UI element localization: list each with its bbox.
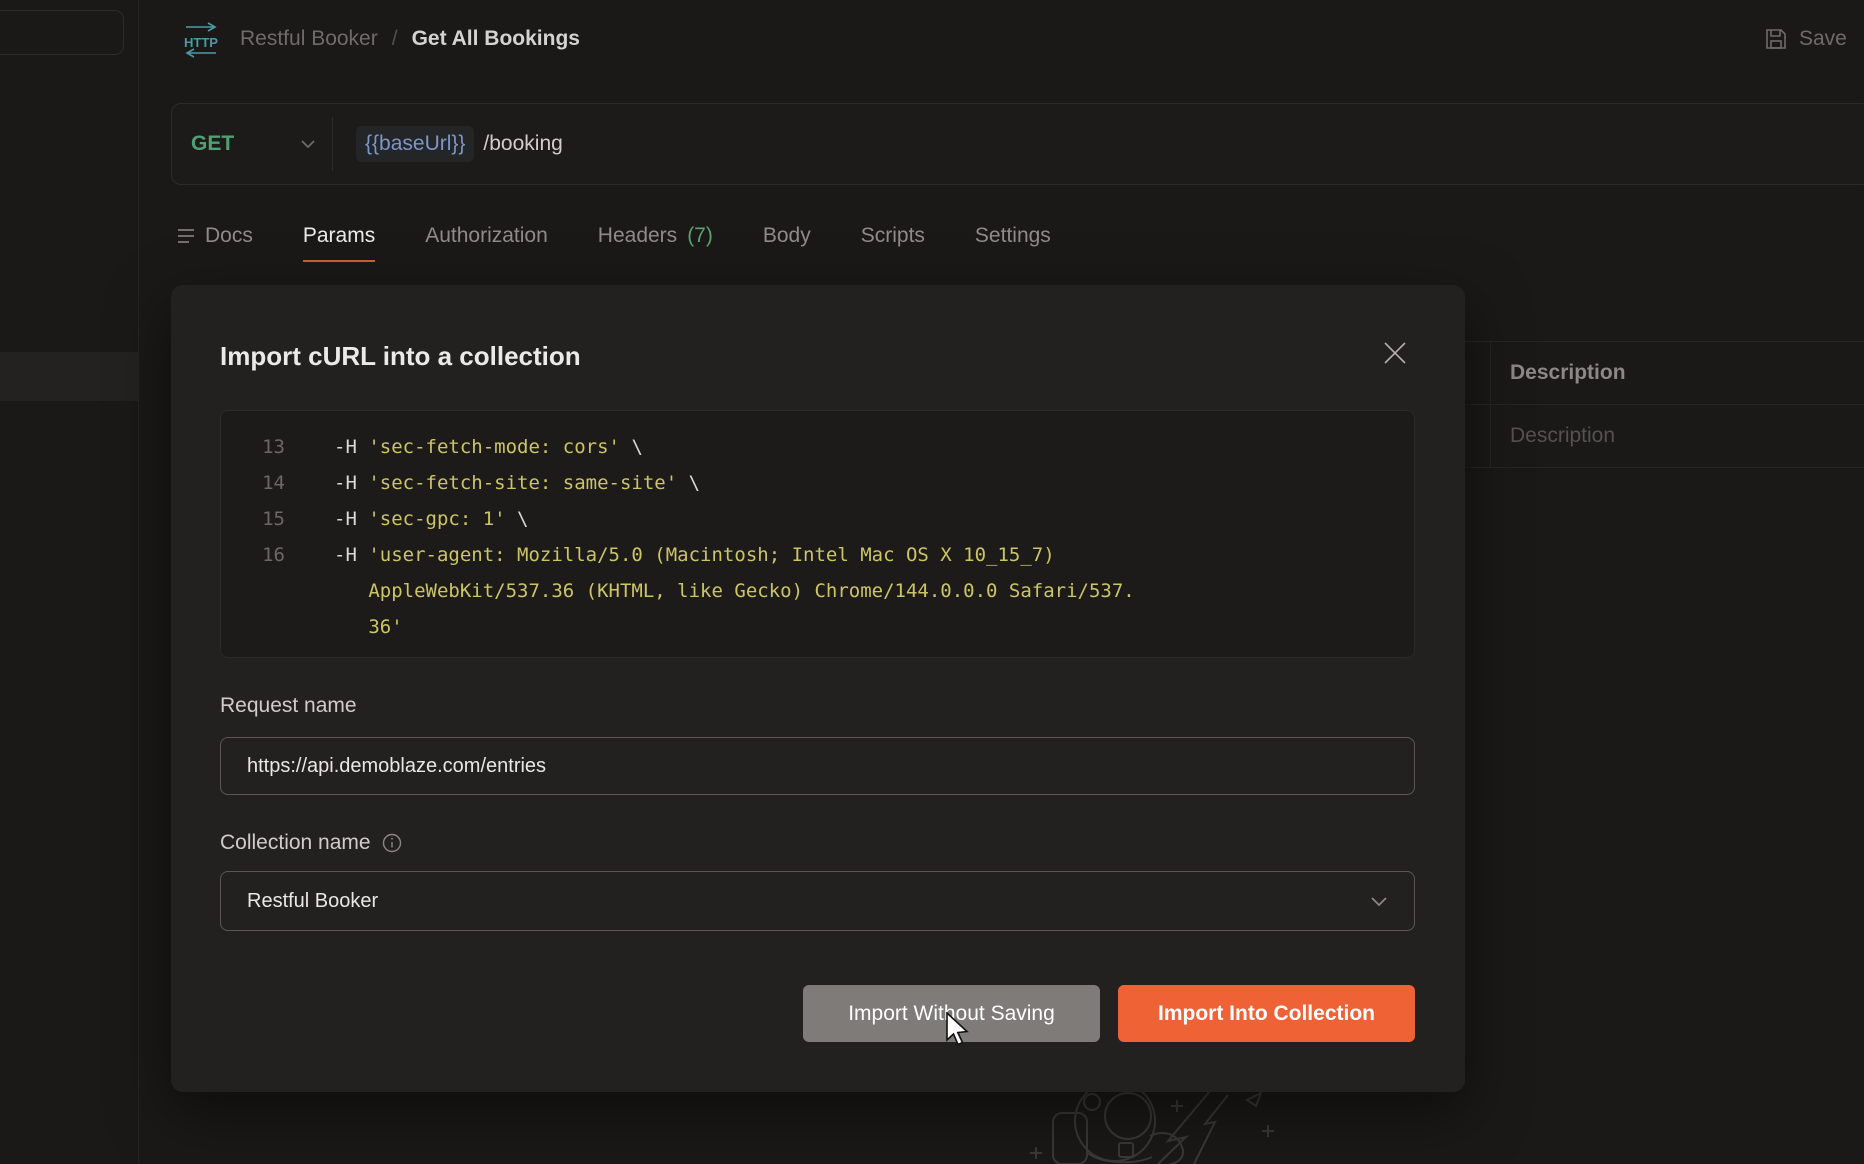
import-curl-modal: Import cURL into a collection 13 -H 'sec… xyxy=(171,285,1465,1092)
tab-headers-count: (7) xyxy=(687,224,713,248)
tab-label: Body xyxy=(763,224,811,248)
svg-text:HTTP: HTTP xyxy=(184,35,218,50)
line-number: 15 xyxy=(221,501,285,537)
sidebar-selected-item[interactable] xyxy=(0,352,138,401)
request-name-input[interactable]: https://api.demoblaze.com/entries xyxy=(220,737,1415,795)
save-button[interactable]: Save xyxy=(1763,0,1847,78)
request-url-bar: GET {{baseUrl}} /booking xyxy=(171,103,1864,185)
import-into-collection-button[interactable]: Import Into Collection xyxy=(1118,985,1415,1042)
tab-label: Docs xyxy=(205,224,253,248)
close-icon[interactable] xyxy=(1381,339,1409,367)
request-name-label: Request name xyxy=(220,694,357,718)
line-number xyxy=(221,609,285,645)
sidebar xyxy=(0,0,139,1164)
url-variable-pill: {{baseUrl}} xyxy=(356,126,474,162)
chevron-down-icon xyxy=(1370,896,1388,907)
code-line: AppleWebKit/537.36 (KHTML, like Gecko) C… xyxy=(221,573,1414,609)
collection-name-select[interactable]: Restful Booker xyxy=(220,871,1415,931)
breadcrumb-request-title: Get All Bookings xyxy=(412,27,580,51)
table-column-border xyxy=(1490,341,1491,468)
code-line: 15 -H 'sec-gpc: 1' \ xyxy=(221,501,1414,537)
line-number: 16 xyxy=(221,537,285,573)
url-input[interactable]: {{baseUrl}} /booking xyxy=(333,126,563,162)
breadcrumb-separator: / xyxy=(392,27,398,51)
method-label: GET xyxy=(191,132,234,156)
table-cell-description-placeholder[interactable]: Description xyxy=(1510,404,1615,467)
import-without-saving-button[interactable]: Import Without Saving xyxy=(803,985,1100,1042)
request-name-value: https://api.demoblaze.com/entries xyxy=(247,755,546,778)
line-number: 13 xyxy=(221,429,285,465)
tab-settings[interactable]: Settings xyxy=(975,210,1051,262)
docs-icon xyxy=(177,229,195,243)
table-header-description: Description xyxy=(1510,341,1626,404)
collection-name-value: Restful Booker xyxy=(247,890,378,913)
tab-headers[interactable]: Headers (7) xyxy=(598,210,713,262)
sidebar-search-box[interactable] xyxy=(0,10,124,55)
http-method-icon: HTTP xyxy=(179,21,223,59)
astronaut-illustration xyxy=(1000,1091,1310,1164)
tab-scripts[interactable]: Scripts xyxy=(861,210,925,262)
line-number xyxy=(221,573,285,609)
code-line: 14 -H 'sec-fetch-site: same-site' \ xyxy=(221,465,1414,501)
breadcrumb-collection[interactable]: Restful Booker xyxy=(240,27,378,51)
save-label: Save xyxy=(1799,27,1847,51)
tab-label: Authorization xyxy=(425,224,548,248)
code-line: 36' xyxy=(221,609,1414,645)
code-line: 16 -H 'user-agent: Mozilla/5.0 (Macintos… xyxy=(221,537,1414,573)
tab-docs[interactable]: Docs xyxy=(177,210,253,262)
method-dropdown[interactable]: GET xyxy=(172,104,332,184)
chevron-down-icon xyxy=(300,139,316,149)
tab-body[interactable]: Body xyxy=(763,210,811,262)
breadcrumb: Restful Booker / Get All Bookings xyxy=(240,0,580,78)
tab-label: Scripts xyxy=(861,224,925,248)
curl-code-block[interactable]: 13 -H 'sec-fetch-mode: cors' \ 14 -H 'se… xyxy=(220,410,1415,658)
save-icon xyxy=(1763,26,1789,52)
tab-label: Headers xyxy=(598,224,677,248)
tab-label: Params xyxy=(303,224,375,248)
tab-params[interactable]: Params xyxy=(303,210,375,262)
url-path: /booking xyxy=(483,132,562,156)
tab-label: Settings xyxy=(975,224,1051,248)
modal-title: Import cURL into a collection xyxy=(220,341,581,372)
collection-name-label: Collection name xyxy=(220,831,402,855)
request-tabs: Docs Params Authorization Headers (7) Bo… xyxy=(177,210,1051,262)
app-window: HTTP Restful Booker / Get All Bookings S… xyxy=(0,0,1864,1164)
line-number: 14 xyxy=(221,465,285,501)
info-icon[interactable] xyxy=(382,833,402,853)
code-line: 13 -H 'sec-fetch-mode: cors' \ xyxy=(221,429,1414,465)
table-border xyxy=(1447,467,1864,468)
tab-authorization[interactable]: Authorization xyxy=(425,210,548,262)
